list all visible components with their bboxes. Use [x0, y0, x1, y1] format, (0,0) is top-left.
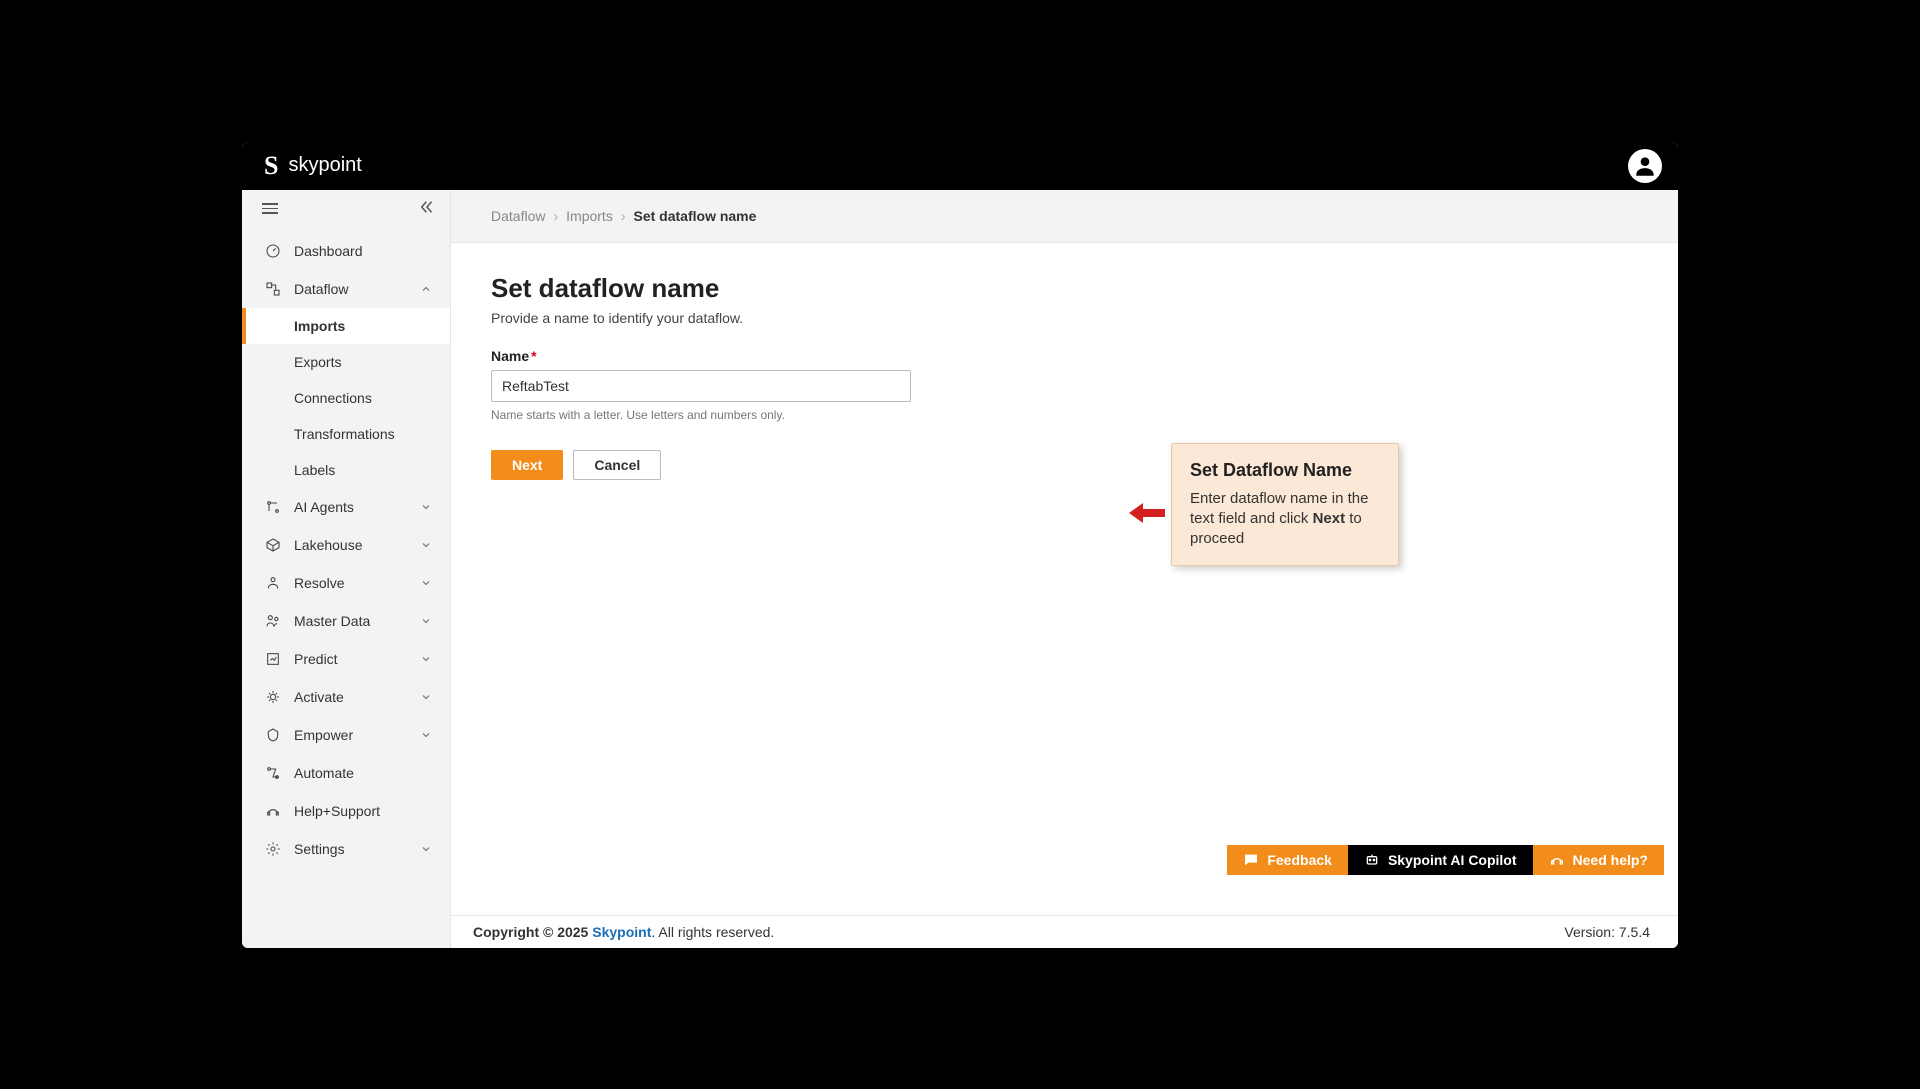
main: Dataflow › Imports › Set dataflow name S…: [451, 190, 1678, 948]
sidebar-item-dataflow[interactable]: Dataflow: [242, 270, 450, 308]
chevron-down-icon: [420, 538, 434, 552]
app-window: S skypoint Dashboard Dataflow: [242, 142, 1678, 948]
sidebar-item-label: Settings: [294, 841, 408, 857]
sidebar-item-master-data[interactable]: Master Data: [242, 602, 450, 640]
name-field-helper: Name starts with a letter. Use letters a…: [491, 408, 1638, 422]
feedback-button[interactable]: Feedback: [1227, 845, 1348, 875]
page-subtitle: Provide a name to identify your dataflow…: [491, 310, 1638, 326]
sidebar-item-resolve[interactable]: Resolve: [242, 564, 450, 602]
sidebar-item-label: Empower: [294, 727, 408, 743]
sidebar-item-label: Help+Support: [294, 803, 434, 819]
copyright: Copyright © 2025 Skypoint. All rights re…: [473, 924, 774, 940]
brand-logo-icon: S: [264, 151, 278, 181]
need-help-button[interactable]: Need help?: [1533, 845, 1664, 875]
dataflow-icon: [264, 280, 282, 298]
brand[interactable]: S skypoint: [264, 151, 362, 181]
sidebar: Dashboard Dataflow Imports Exports Conne…: [242, 190, 451, 948]
sidebar-item-label: Lakehouse: [294, 537, 408, 553]
chevron-down-icon: [420, 690, 434, 704]
bot-icon: [1364, 852, 1380, 868]
footer: Copyright © 2025 Skypoint. All rights re…: [451, 915, 1678, 948]
sidebar-item-label: Resolve: [294, 575, 408, 591]
next-button[interactable]: Next: [491, 450, 563, 480]
sidebar-item-label: Dataflow: [294, 281, 408, 297]
sidebar-item-label: Automate: [294, 765, 434, 781]
chevron-right-icon: ›: [553, 208, 558, 224]
sidebar-item-label: Imports: [294, 318, 345, 334]
nav: Dashboard Dataflow Imports Exports Conne…: [242, 224, 450, 948]
headset-icon: [1549, 852, 1565, 868]
sidebar-item-ai-agents[interactable]: AI Agents: [242, 488, 450, 526]
brand-name: skypoint: [288, 154, 361, 177]
sidebar-item-automate[interactable]: Automate: [242, 754, 450, 792]
sidebar-item-label: Exports: [294, 354, 341, 370]
automate-icon: [264, 764, 282, 782]
chevron-down-icon: [420, 842, 434, 856]
chevron-up-icon: [420, 282, 434, 296]
collapse-sidebar-button[interactable]: [418, 198, 436, 219]
chevron-down-icon: [420, 576, 434, 590]
sidebar-item-labels[interactable]: Labels: [242, 452, 450, 488]
sidebar-item-transformations[interactable]: Transformations: [242, 416, 450, 452]
required-indicator: *: [531, 348, 536, 364]
sidebar-item-label: Transformations: [294, 426, 395, 442]
hamburger-icon[interactable]: [262, 203, 278, 214]
ai-icon: [264, 498, 282, 516]
copilot-button[interactable]: Skypoint AI Copilot: [1348, 845, 1533, 875]
sidebar-item-empower[interactable]: Empower: [242, 716, 450, 754]
sidebar-item-settings[interactable]: Settings: [242, 830, 450, 868]
activate-icon: [264, 688, 282, 706]
sidebar-item-label: AI Agents: [294, 499, 408, 515]
help-icon: [264, 802, 282, 820]
version-label: Version: 7.5.4: [1564, 924, 1650, 940]
annotation-callout: Set Dataflow Name Enter dataflow name in…: [1171, 443, 1399, 567]
sidebar-item-label: Dashboard: [294, 243, 434, 259]
sidebar-item-lakehouse[interactable]: Lakehouse: [242, 526, 450, 564]
breadcrumb-item[interactable]: Dataflow: [491, 208, 545, 224]
cancel-button[interactable]: Cancel: [573, 450, 661, 480]
user-avatar[interactable]: [1628, 149, 1662, 183]
predict-icon: [264, 650, 282, 668]
dashboard-icon: [264, 242, 282, 260]
breadcrumb-item[interactable]: Imports: [566, 208, 613, 224]
callout-text: Enter dataflow name in the text field an…: [1190, 489, 1380, 550]
chevron-down-icon: [420, 652, 434, 666]
dataflow-submenu: Imports Exports Connections Transformati…: [242, 308, 450, 488]
masterdata-icon: [264, 612, 282, 630]
chevron-down-icon: [420, 728, 434, 742]
name-field-label: Name*: [491, 348, 1638, 364]
breadcrumb-current: Set dataflow name: [634, 208, 757, 224]
breadcrumb: Dataflow › Imports › Set dataflow name: [451, 190, 1678, 243]
sidebar-item-dashboard[interactable]: Dashboard: [242, 232, 450, 270]
chat-icon: [1243, 852, 1259, 868]
sidebar-item-label: Connections: [294, 390, 372, 406]
sidebar-item-exports[interactable]: Exports: [242, 344, 450, 380]
sidebar-item-label: Master Data: [294, 613, 408, 629]
sidebar-item-label: Activate: [294, 689, 408, 705]
sidebar-item-predict[interactable]: Predict: [242, 640, 450, 678]
chevron-right-icon: ›: [621, 208, 626, 224]
sidebar-item-activate[interactable]: Activate: [242, 678, 450, 716]
lakehouse-icon: [264, 536, 282, 554]
empower-icon: [264, 726, 282, 744]
bottom-actions: Feedback Skypoint AI Copilot Need help?: [1227, 845, 1664, 875]
user-icon: [1632, 153, 1658, 179]
page-title: Set dataflow name: [491, 273, 1638, 304]
annotation-arrow-icon: [1129, 501, 1165, 530]
sidebar-item-connections[interactable]: Connections: [242, 380, 450, 416]
sidebar-item-imports[interactable]: Imports: [242, 308, 450, 344]
chevron-down-icon: [420, 614, 434, 628]
settings-icon: [264, 840, 282, 858]
brand-link[interactable]: Skypoint: [592, 924, 651, 940]
topbar: S skypoint: [242, 142, 1678, 190]
resolve-icon: [264, 574, 282, 592]
callout-title: Set Dataflow Name: [1190, 460, 1380, 481]
sidebar-item-help-support[interactable]: Help+Support: [242, 792, 450, 830]
sidebar-item-label: Labels: [294, 462, 335, 478]
sidebar-item-label: Predict: [294, 651, 408, 667]
content: Set dataflow name Provide a name to iden…: [451, 243, 1678, 915]
dataflow-name-input[interactable]: [491, 370, 911, 402]
chevron-down-icon: [420, 500, 434, 514]
